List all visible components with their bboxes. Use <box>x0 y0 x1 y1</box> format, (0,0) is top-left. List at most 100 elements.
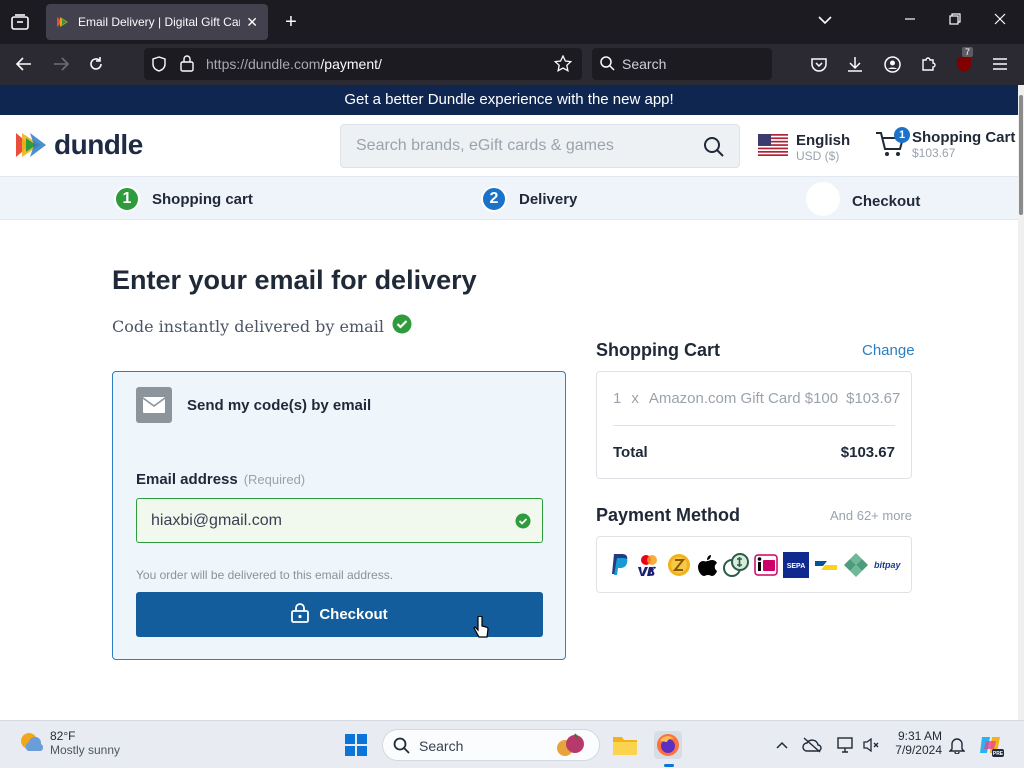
new-tab-button[interactable]: + <box>280 10 302 34</box>
bancontact-icon <box>814 551 838 579</box>
tab-list-icon[interactable] <box>8 10 32 34</box>
mouse-cursor-icon <box>473 615 489 645</box>
shield-icon[interactable] <box>152 56 166 77</box>
dundle-favicon-icon <box>57 17 68 27</box>
step-delivery: 2 Delivery <box>481 186 577 212</box>
firefox-icon[interactable] <box>654 731 682 767</box>
email-delivery-panel: Send my code(s) by email Email address (R… <box>112 371 566 660</box>
email-label-text: Email address <box>136 471 238 488</box>
email-hint: You order will be delivered to this emai… <box>136 568 394 582</box>
mastercard-visa-icon <box>636 551 662 579</box>
us-flag-icon <box>758 134 788 156</box>
close-window-button[interactable] <box>994 12 1006 28</box>
ublock-icon[interactable]: 7 <box>953 47 975 75</box>
total-value: $103.67 <box>840 444 895 461</box>
cart-summary-title: Shopping Cart <box>596 340 720 360</box>
extension-badge: 7 <box>962 47 974 57</box>
cart-line-item: 1 x Amazon.com Gift Card $100 $103.67 <box>613 390 900 407</box>
change-cart-link[interactable]: Change <box>862 342 915 359</box>
total-label: Total <box>613 444 648 461</box>
currency-label: USD ($) <box>796 149 840 163</box>
bookmark-star-icon[interactable] <box>553 54 573 77</box>
minimize-button[interactable] <box>904 12 916 28</box>
lock-icon[interactable] <box>180 55 194 77</box>
restore-button[interactable] <box>949 12 961 28</box>
forward-icon[interactable] <box>50 53 72 75</box>
browser-tab-active[interactable]: Email Delivery | Digital Gift Card ✕ <box>46 4 268 40</box>
extensions-icon[interactable] <box>917 53 939 75</box>
cloud-offline-icon[interactable] <box>798 731 826 759</box>
network-icon[interactable] <box>831 731 859 759</box>
clock-time: 9:31 AM <box>897 729 942 743</box>
menu-icon[interactable] <box>989 53 1011 75</box>
cart-count-badge: 1 <box>894 127 910 143</box>
notification-bell-icon[interactable] <box>943 731 971 759</box>
tab-close-icon[interactable]: ✕ <box>246 14 258 31</box>
payment-more-label: And 62+ more <box>829 508 912 523</box>
cart-label: Shopping Cart <box>912 129 1016 146</box>
diamond-icon <box>843 551 869 579</box>
shopping-cart-icon: 1 <box>874 127 910 161</box>
taskbar-search-placeholder: Search <box>419 738 464 754</box>
weather-condition: Mostly sunny <box>50 743 121 757</box>
pocket-icon[interactable] <box>808 53 830 75</box>
list-all-tabs-icon[interactable] <box>818 12 832 28</box>
file-explorer-icon[interactable] <box>611 731 639 759</box>
windows-start-icon[interactable] <box>342 731 370 759</box>
browser-tab-bar: Email Delivery | Digital Gift Card ✕ + <box>0 0 1024 44</box>
back-icon[interactable] <box>13 53 35 75</box>
subtitle-text: Code instantly delivered by email <box>112 316 384 336</box>
crypto-coins-icon <box>723 551 749 579</box>
bitpay-icon: bitpay <box>874 551 902 579</box>
apple-pay-icon <box>696 551 718 579</box>
email-field[interactable]: hiaxbi@gmail.com <box>136 498 543 543</box>
system-clock[interactable]: 9:31 AM 7/9/2024 <box>888 729 942 757</box>
divider <box>613 425 895 426</box>
item-times: x <box>631 390 639 407</box>
logo-text: dundle <box>54 129 143 160</box>
page-scrollbar[interactable] <box>1018 85 1024 720</box>
item-price: $103.67 <box>846 390 901 407</box>
search-icon <box>600 56 615 76</box>
step-number: 2 <box>481 186 507 212</box>
active-app-indicator <box>664 764 674 767</box>
ideal-icon <box>754 551 778 579</box>
copilot-icon[interactable]: PRE <box>977 731 1005 759</box>
email-label: Email address (Required) <box>136 471 305 488</box>
taskbar-search[interactable]: Search <box>382 729 600 761</box>
downloads-icon[interactable] <box>844 53 866 75</box>
account-icon[interactable] <box>881 53 903 75</box>
language-selector[interactable]: English USD ($) <box>758 132 850 163</box>
paypal-icon <box>609 551 631 579</box>
volume-muted-icon[interactable] <box>857 731 885 759</box>
app-promo-banner[interactable]: Get a better Dundle experience with the … <box>0 85 1018 115</box>
page-subtitle: Code instantly delivered by email <box>112 314 412 338</box>
reload-icon[interactable] <box>85 53 107 75</box>
valid-check-icon <box>515 513 531 534</box>
sepa-icon: SEPA <box>783 551 809 579</box>
svg-text:PRE: PRE <box>993 751 1004 757</box>
checkout-button-label: Checkout <box>319 606 388 623</box>
scrollbar-thumb[interactable] <box>1019 95 1023 215</box>
payment-methods-box: SEPA bitpay <box>596 536 912 593</box>
browser-search-field[interactable]: Search <box>592 48 772 80</box>
site-search-input[interactable]: Search brands, eGift cards & games <box>340 124 740 168</box>
delivery-option-label: Send my code(s) by email <box>187 397 372 414</box>
site-search-placeholder: Search brands, eGift cards & games <box>356 137 614 154</box>
browser-nav-bar: https://dundle.com/payment/ Search 7 <box>0 44 1024 85</box>
search-icon <box>393 737 410 759</box>
dundle-logo[interactable]: dundle <box>14 129 143 161</box>
step-label: Checkout <box>852 192 921 210</box>
search-icon[interactable] <box>703 136 725 163</box>
checkout-steps: 1 Shopping cart 2 Delivery Checkout <box>0 176 1018 220</box>
tab-title: Email Delivery | Digital Gift Card <box>78 15 241 29</box>
cart-amount: $103.67 <box>912 146 956 160</box>
url-bar[interactable]: https://dundle.com/payment/ <box>144 48 582 80</box>
header-cart[interactable]: 1 Shopping Cart $103.67 <box>874 127 1015 161</box>
step-label: Delivery <box>519 190 578 208</box>
email-value: hiaxbi@gmail.com <box>151 512 282 529</box>
step-shopping-cart[interactable]: 1 Shopping cart <box>114 186 253 212</box>
chevron-up-icon[interactable] <box>768 731 796 759</box>
weather-widget[interactable]: 82°F Mostly sunny <box>18 729 120 757</box>
language-label: English <box>796 132 851 149</box>
